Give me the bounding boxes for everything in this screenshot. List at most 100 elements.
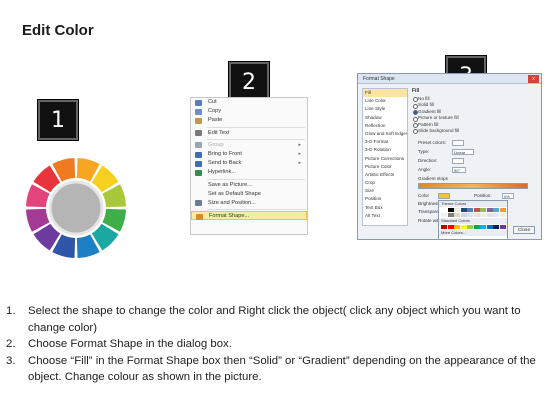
submenu-arrow-icon: ▸: [298, 150, 301, 157]
dialog-nav-item[interactable]: Glow and Soft Edges: [363, 130, 407, 138]
color-swatch[interactable]: [480, 224, 486, 229]
gradient-stops-bar[interactable]: [418, 183, 528, 189]
color-swatch[interactable]: [493, 224, 499, 229]
dialog-nav-item[interactable]: Line Style: [363, 105, 407, 113]
dialog-nav-item[interactable]: Picture Color: [363, 163, 407, 171]
color-ring-shape[interactable]: [24, 156, 128, 260]
preset-label: Preset colors:: [418, 140, 447, 145]
color-swatch[interactable]: [467, 224, 473, 229]
position-label: Position:: [474, 193, 492, 198]
instruction-step: 3. Choose “Fill” in the Format Shape box …: [6, 353, 551, 386]
color-swatch[interactable]: [499, 212, 506, 217]
menu-item-edit-text[interactable]: Edit Text: [191, 129, 307, 138]
menu-item-label: Set as Default Shape: [208, 190, 261, 197]
menu-item-label: Size and Position...: [208, 199, 256, 206]
dialog-nav-item[interactable]: Picture Corrections: [363, 155, 407, 163]
angle-input[interactable]: 90°: [452, 167, 466, 173]
dialog-nav-item[interactable]: Crop: [363, 179, 407, 187]
dialog-nav-item[interactable]: Fill: [363, 89, 407, 98]
menu-item-format-shape[interactable]: Format Shape...: [191, 211, 307, 221]
color-swatch[interactable]: [441, 208, 447, 212]
dialog-nav-item[interactable]: Artistic Effects: [363, 171, 407, 179]
color-swatch[interactable]: [473, 212, 480, 217]
color-swatch[interactable]: [460, 224, 467, 229]
menu-item-hyperlink[interactable]: Hyperlink...: [191, 168, 307, 177]
dialog-nav-item[interactable]: 3-D Format: [363, 138, 407, 146]
menu-item-group[interactable]: Group ▸: [191, 141, 307, 150]
color-swatch[interactable]: [467, 208, 473, 212]
step-number: 1.: [6, 305, 16, 317]
edit-text-icon: [195, 130, 202, 137]
color-swatch[interactable]: [467, 212, 473, 217]
menu-item-copy[interactable]: Copy: [191, 107, 307, 116]
dialog-nav-item[interactable]: Size: [363, 187, 407, 195]
menu-item-label: Edit Text: [208, 129, 230, 136]
color-swatch[interactable]: [486, 208, 493, 212]
menu-item-label: Bring to Front: [208, 150, 242, 157]
menu-item-bring-to-front[interactable]: Bring to Front ▸: [191, 150, 307, 159]
color-swatch[interactable]: [486, 224, 493, 229]
position-input[interactable]: 0%: [502, 193, 514, 199]
menu-separator: [207, 126, 305, 128]
color-swatch[interactable]: [447, 224, 454, 229]
dialog-nav-item[interactable]: Alt Text: [363, 212, 407, 220]
format-shape-dialog: Format Shape x Fill Line Color Line Style S…: [357, 73, 542, 240]
color-swatch[interactable]: [447, 208, 454, 212]
copy-icon: [195, 108, 202, 115]
ring-center-circle[interactable]: [48, 180, 104, 236]
color-swatch[interactable]: [499, 224, 506, 229]
more-colors-link[interactable]: More Colors...: [439, 229, 507, 236]
color-swatch[interactable]: [460, 208, 467, 212]
menu-item-label: Group: [208, 141, 224, 148]
send-back-icon: [195, 160, 202, 167]
fill-options: No fill Solid fill Gradient fill Picture or…: [412, 96, 538, 135]
color-swatch[interactable]: [480, 212, 486, 217]
angle-label: Angle:: [418, 167, 432, 172]
close-icon[interactable]: x: [528, 75, 539, 83]
color-swatch[interactable]: [441, 224, 447, 229]
color-swatch[interactable]: [473, 208, 480, 212]
group-icon: [195, 142, 202, 149]
menu-item-paste[interactable]: Paste: [191, 116, 307, 125]
fill-option-radio[interactable]: Slide background fill: [412, 128, 538, 135]
color-picker-button[interactable]: [438, 193, 450, 199]
color-swatch[interactable]: [460, 212, 467, 217]
menu-item-label: Save as Picture...: [208, 181, 252, 188]
close-button[interactable]: Close: [513, 226, 535, 234]
menu-item-set-as-default-shape[interactable]: Set as Default Shape: [191, 190, 307, 199]
menu-item-send-to-back[interactable]: Send to Back ▸: [191, 159, 307, 168]
color-swatch[interactable]: [447, 212, 454, 217]
menu-separator: [207, 138, 305, 140]
color-swatch[interactable]: [473, 224, 480, 229]
menu-item-size-and-position[interactable]: Size and Position...: [191, 199, 307, 208]
menu-item-cut[interactable]: Cut: [191, 98, 307, 107]
type-label: Type:: [418, 149, 430, 154]
color-swatch[interactable]: [499, 208, 506, 212]
color-swatch[interactable]: [486, 212, 493, 217]
menu-separator: [207, 209, 305, 211]
dialog-nav-item[interactable]: Position: [363, 195, 407, 203]
color-swatch[interactable]: [454, 208, 460, 212]
color-swatch[interactable]: [441, 212, 447, 217]
dialog-nav-item[interactable]: Shadow: [363, 114, 407, 122]
dialog-nav-item[interactable]: Text Box: [363, 204, 407, 212]
dialog-nav-item[interactable]: Reflection: [363, 122, 407, 130]
color-swatch[interactable]: [454, 224, 460, 229]
menu-item-save-as-picture[interactable]: Save as Picture...: [191, 181, 307, 190]
page-title: Edit Color: [22, 22, 94, 39]
menu-separator: [207, 178, 305, 180]
dialog-nav-item[interactable]: Line Color: [363, 97, 407, 105]
color-swatch[interactable]: [493, 212, 499, 217]
color-swatch[interactable]: [493, 208, 499, 212]
instruction-step: 2. Choose Format Shape in the dialog box.: [6, 336, 551, 353]
step-number: 3.: [6, 354, 16, 367]
dialog-nav-item[interactable]: 3-D Rotation: [363, 146, 407, 154]
color-swatch[interactable]: [480, 208, 486, 212]
direction-dropdown[interactable]: [452, 158, 464, 164]
gradient-stops-label: Gradient stops: [418, 176, 448, 181]
preset-dropdown[interactable]: [452, 140, 464, 146]
color-swatch[interactable]: [454, 212, 460, 217]
type-dropdown[interactable]: Linear: [452, 149, 474, 155]
step-text: Choose “Fill” in the Format Shape box th…: [28, 354, 536, 384]
menu-item-label: Send to Back: [208, 160, 242, 167]
